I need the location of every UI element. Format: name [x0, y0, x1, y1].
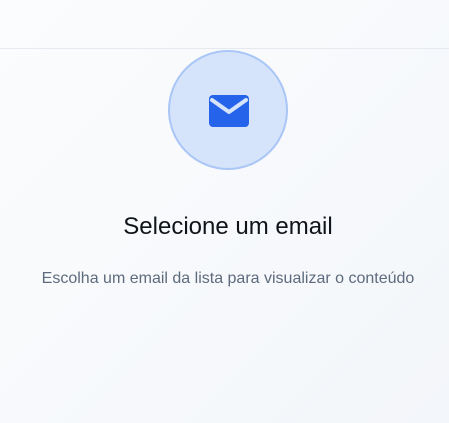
empty-state-subtitle: Escolha um email da lista para visualiza…: [41, 270, 415, 287]
mail-icon-circle: [168, 50, 288, 170]
mail-icon: [209, 95, 249, 127]
empty-state-title: Selecione um email: [123, 213, 333, 240]
email-empty-state: Selecione um email Escolha um email da l…: [0, 0, 449, 423]
